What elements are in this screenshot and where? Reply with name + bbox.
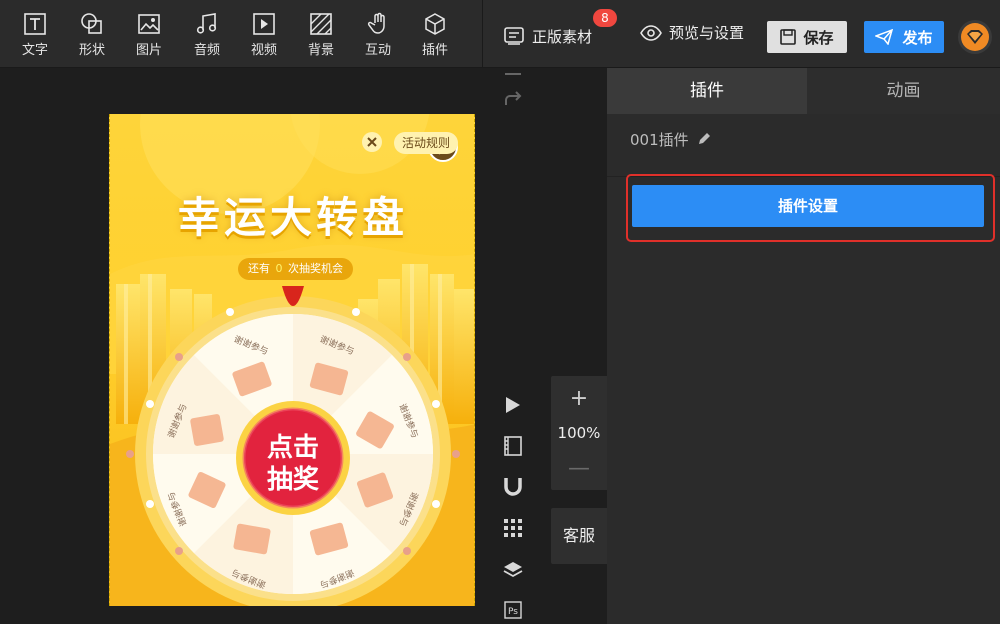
save-icon — [780, 29, 797, 45]
zoom-level: 100% — [557, 424, 601, 442]
tool-label: 互动 — [364, 43, 391, 58]
svg-text:Ps: Ps — [508, 607, 518, 617]
diamond-logo-icon — [961, 23, 989, 51]
photoshop-icon[interactable]: Ps — [501, 598, 525, 622]
tools-icon[interactable] — [362, 132, 382, 152]
tool-plugin[interactable]: 插件 — [411, 12, 459, 62]
save-label: 保存 — [803, 28, 834, 47]
customer-service-button[interactable]: 客服 — [551, 508, 607, 564]
lottery-button[interactable]: 点击 抽奖 — [255, 432, 331, 496]
text-icon — [24, 13, 46, 35]
panel-tabs: 插件 动画 — [607, 68, 1000, 114]
chances-count: 0 — [275, 262, 283, 275]
shape-icon — [81, 13, 102, 34]
tool-video[interactable]: 视频 — [240, 12, 288, 62]
top-toolbar: 文字 形状 图片 音频 视频 背景 互动 插件 正版素材 8 预览与设置 保存 … — [0, 0, 1000, 68]
tool-audio[interactable]: 音频 — [183, 12, 231, 62]
tool-label: 视频 — [250, 43, 277, 58]
preview-settings-button[interactable]: 预览与设置 — [640, 22, 744, 43]
tool-label: 文字 — [21, 43, 48, 58]
user-avatar[interactable] — [958, 20, 992, 54]
tool-label: 背景 — [307, 43, 334, 58]
tool-text[interactable]: 文字 — [11, 12, 59, 62]
video-icon — [253, 13, 275, 35]
publish-button[interactable]: 发布 — [864, 21, 944, 53]
page-canvas[interactable]: 活动规则 幸运大转盘 还有 0 次抽奖机会 谢谢参与 谢谢参与 谢谢参与 谢谢参… — [109, 114, 475, 606]
music-icon — [196, 13, 217, 34]
tab-animation[interactable]: 动画 — [807, 68, 1000, 114]
tool-label: 音频 — [193, 43, 220, 58]
properties-panel: 插件 动画 001插件 插件设置 — [607, 68, 1000, 624]
redo-icon[interactable] — [501, 88, 525, 112]
publish-label: 发布 — [902, 28, 933, 47]
grid-icon[interactable] — [501, 516, 525, 540]
assets-label: 正版素材 — [532, 27, 593, 46]
tool-label: 插件 — [421, 43, 448, 58]
save-button[interactable]: 保存 — [767, 21, 847, 53]
tool-label: 形状 — [78, 43, 105, 58]
chances-pill: 还有 0 次抽奖机会 — [238, 258, 353, 280]
lottery-line-2: 抽奖 — [266, 465, 319, 495]
preview-label: 预览与设置 — [669, 24, 745, 42]
canvas-side-tools: Ps — [498, 68, 528, 624]
plugin-name: 001插件 — [630, 130, 689, 149]
plugin-name-row: 001插件 — [630, 128, 711, 150]
send-icon — [875, 29, 894, 45]
lottery-line-1: 点击 — [266, 433, 319, 463]
eye-icon — [640, 24, 662, 41]
toolbar-divider — [482, 0, 483, 68]
zoom-out-button[interactable]: — — [551, 456, 607, 481]
assets-icon — [504, 27, 524, 45]
rules-chip[interactable]: 活动规则 — [394, 132, 459, 154]
tab-plugin[interactable]: 插件 — [607, 68, 807, 114]
film-icon[interactable] — [501, 434, 525, 458]
plugin-settings-button[interactable]: 插件设置 — [632, 185, 984, 227]
page-title: 幸运大转盘 — [177, 193, 408, 242]
zoom-in-button[interactable]: + — [551, 386, 607, 411]
background-icon — [310, 13, 332, 35]
zoom-control: + 100% — — [551, 376, 607, 490]
tool-interaction[interactable]: 互动 — [354, 12, 402, 62]
layers-icon[interactable] — [501, 558, 525, 582]
tool-background[interactable]: 背景 — [297, 12, 345, 62]
assets-button[interactable]: 正版素材 — [503, 22, 592, 50]
magnet-icon[interactable] — [501, 475, 525, 499]
chances-suffix: 次抽奖机会 — [288, 262, 343, 275]
image-icon — [138, 14, 160, 34]
tool-image[interactable]: 图片 — [125, 12, 173, 62]
cube-icon — [425, 13, 445, 35]
undo-icon[interactable] — [501, 62, 525, 86]
hand-icon — [367, 12, 385, 34]
tool-shape[interactable]: 形状 — [68, 12, 116, 62]
play-icon[interactable] — [501, 393, 525, 417]
tool-label: 图片 — [135, 43, 162, 58]
pencil-icon[interactable] — [697, 132, 711, 146]
chances-prefix: 还有 — [248, 262, 270, 275]
assets-count-badge: 8 — [593, 9, 617, 27]
